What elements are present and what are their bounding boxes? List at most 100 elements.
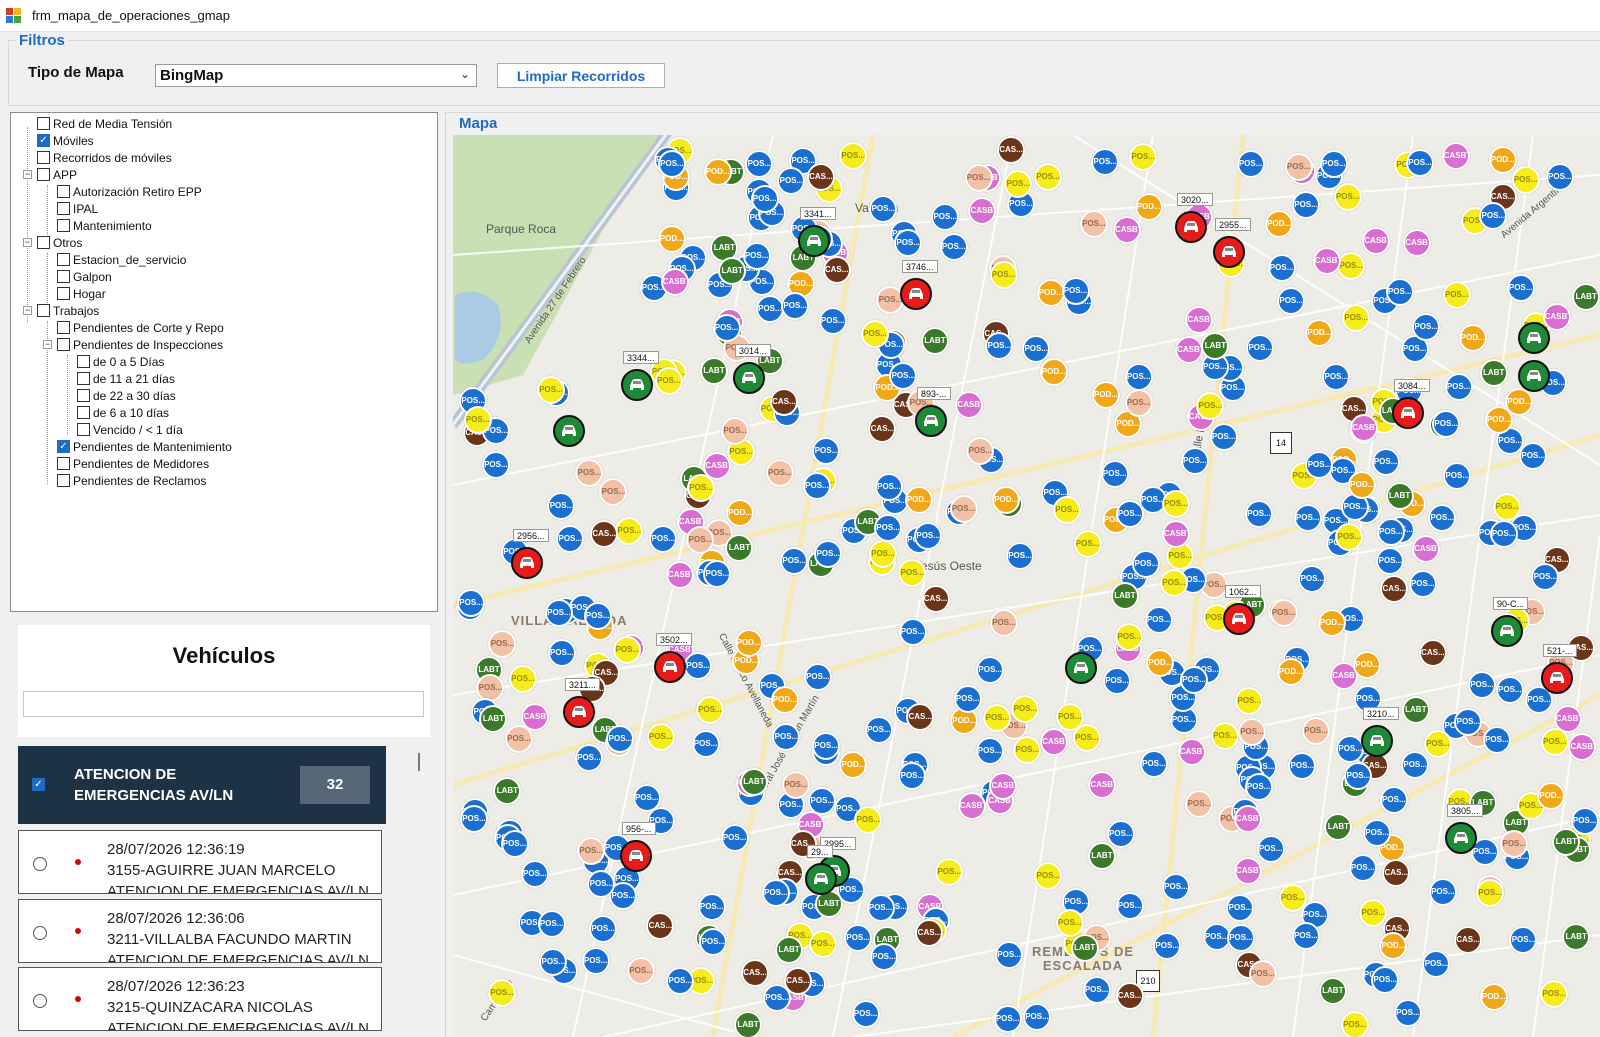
checkbox[interactable] (57, 202, 70, 215)
pos-marker[interactable]: POS... (697, 892, 726, 921)
pos-marker[interactable]: POS... (1371, 447, 1400, 476)
checkbox[interactable] (57, 270, 70, 283)
labt-marker[interactable]: LABT (920, 326, 949, 355)
pos-marker[interactable]: POS... (1022, 334, 1051, 363)
casbt-marker[interactable]: CASBT (1233, 856, 1262, 885)
yel-marker[interactable]: POS... (646, 723, 675, 752)
pos-marker[interactable]: POS... (500, 829, 529, 858)
labt-marker[interactable]: LABT (774, 935, 803, 964)
pos-marker[interactable]: POS... (1226, 923, 1255, 952)
cas-marker[interactable]: CAS... (1380, 574, 1409, 603)
tree-item-ipal[interactable]: IPAL (57, 200, 98, 217)
labt-marker[interactable]: LABT (1479, 359, 1508, 388)
yel-marker[interactable]: POS... (463, 406, 492, 435)
vehicle-marker-icon[interactable] (1491, 615, 1523, 647)
vehicle-marker-alert-icon[interactable] (900, 278, 932, 310)
yel-marker[interactable]: POS... (1278, 884, 1307, 913)
casbt-marker[interactable]: CASBT (1040, 727, 1069, 756)
pos-marker[interactable]: POS... (975, 736, 1004, 765)
pos-marker[interactable]: POS... (1509, 925, 1538, 954)
cas-marker[interactable]: CAS... (1418, 638, 1447, 667)
checkbox[interactable] (57, 474, 70, 487)
vehicle-marker-alert-icon[interactable] (1541, 662, 1573, 694)
vehicle-marker-icon[interactable] (553, 415, 585, 447)
pos-marker[interactable]: POS... (1348, 854, 1377, 883)
pos-marker[interactable]: POS... (1570, 806, 1599, 835)
yel-marker[interactable]: POS... (1073, 529, 1102, 558)
pos-marker[interactable]: POS... (1482, 725, 1511, 754)
pos-marker[interactable]: POS... (1236, 150, 1265, 178)
pos-marker[interactable]: POS... (583, 601, 612, 630)
yel-marker[interactable]: POS... (654, 366, 683, 395)
pos-marker[interactable]: POS... (1091, 147, 1120, 176)
pos-marker[interactable]: POS... (874, 514, 903, 543)
yel-marker[interactable]: POS... (808, 929, 837, 958)
collapse-icon[interactable]: − (23, 170, 32, 179)
casbt-marker[interactable]: CASBT (1553, 705, 1582, 734)
pos-marker[interactable]: POS... (1277, 286, 1306, 315)
vehicle-marker-icon[interactable] (915, 405, 947, 437)
labt-marker[interactable]: LABT (734, 1011, 763, 1037)
checkbox[interactable] (77, 372, 90, 385)
tree-item-app[interactable]: APP (37, 166, 77, 183)
pos-marker[interactable]: POS... (993, 1005, 1022, 1034)
checkbox[interactable] (37, 117, 50, 130)
vehicle-marker-icon[interactable] (1361, 725, 1393, 757)
pos-marker[interactable]: POS... (1489, 519, 1518, 548)
vehicle-marker-alert-icon[interactable] (654, 651, 686, 683)
yel-marker[interactable]: POS... (1235, 686, 1264, 715)
pos-marker[interactable]: POS... (632, 783, 661, 812)
casbt-marker[interactable]: CASBT (1441, 141, 1470, 170)
pos-marker[interactable]: POS... (581, 947, 610, 976)
pos-marker[interactable]: POS... (745, 149, 774, 178)
pos-marker[interactable]: POS... (537, 910, 566, 939)
tree-item-hogar[interactable]: Hogar (57, 285, 106, 302)
pos-marker[interactable]: POS... (1102, 666, 1131, 695)
pos-marker[interactable]: POS... (1082, 976, 1111, 1005)
yel-marker[interactable]: POS... (1013, 735, 1042, 764)
peach-marker[interactable]: POS... (1284, 153, 1313, 182)
layers-tree[interactable]: Red de Media Tensión ✓ Móviles Recorridos… (10, 112, 438, 612)
pos-marker[interactable]: POS... (459, 804, 488, 833)
pos-marker[interactable]: POS... (953, 684, 982, 713)
pos-marker[interactable]: POS... (720, 823, 749, 852)
casbt-marker[interactable]: CASBT (957, 791, 986, 820)
yel-marker[interactable]: POS... (1129, 142, 1158, 171)
yel-marker[interactable]: POS... (1196, 391, 1225, 420)
pos-marker[interactable]: POS... (587, 869, 616, 898)
cas-marker[interactable]: CAS... (921, 585, 950, 614)
pos-marker[interactable]: POS... (864, 715, 893, 744)
yel-marker[interactable]: POS... (1160, 569, 1189, 598)
yel-marker[interactable]: POS... (989, 260, 1018, 289)
pos-marker[interactable]: POS... (574, 744, 603, 773)
peach-marker[interactable]: POS... (1079, 210, 1108, 239)
pos-marker[interactable]: POS... (777, 166, 806, 195)
tree-item-autorizacion[interactable]: Autorización Retiro EPP (57, 183, 202, 200)
pos-marker[interactable]: POS... (1292, 190, 1321, 219)
vehicle-marker-alert-icon[interactable] (1175, 211, 1207, 243)
pod-marker[interactable]: POD... (657, 224, 686, 253)
pos-marker[interactable]: POS... (802, 471, 831, 500)
peach-marker[interactable]: POS... (1269, 599, 1298, 628)
peach-marker[interactable]: POS... (575, 458, 604, 487)
casbt-marker[interactable]: CASBT (1233, 804, 1262, 833)
labt-marker[interactable]: LABT (718, 257, 747, 285)
tree-item-vencido[interactable]: Vencido / < 1 día (77, 421, 183, 438)
labt-marker[interactable]: LABT (739, 767, 768, 796)
cas-marker[interactable]: CAS... (769, 388, 798, 416)
pod-marker[interactable]: POD... (1317, 609, 1346, 638)
casbt-marker[interactable]: CASBT (968, 196, 997, 225)
pod-marker[interactable]: POD... (1479, 982, 1508, 1011)
pos-marker[interactable]: POS... (1115, 500, 1144, 529)
vehicle-list-item[interactable]: 28/07/2026 12:36:23 3215-QUINZACARA NICO… (18, 967, 382, 1031)
yel-marker[interactable]: POS... (1442, 280, 1471, 309)
checkbox[interactable] (77, 389, 90, 402)
yel-marker[interactable]: POS... (1055, 908, 1084, 937)
checkbox[interactable] (37, 236, 50, 249)
yel-marker[interactable]: POS... (1072, 723, 1101, 752)
pos-marker[interactable]: POS... (1408, 570, 1437, 599)
pos-marker[interactable]: POS... (589, 914, 618, 943)
vehicle-marker-icon[interactable] (733, 362, 765, 394)
pos-marker[interactable]: POS... (1495, 676, 1524, 705)
pos-marker[interactable]: POS... (1244, 499, 1273, 528)
